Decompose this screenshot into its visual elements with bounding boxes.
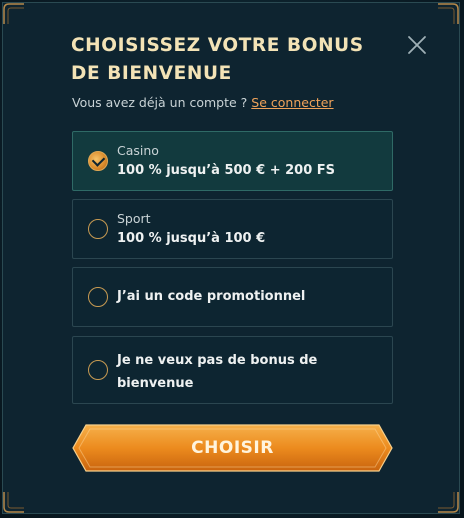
account-prompt-text: Vous avez déjà un compte ? (72, 95, 248, 110)
option-sport-value: 100 % jusqu’à 100 € (117, 231, 266, 246)
option-no-bonus[interactable]: Je ne veux pas de bonus de bienvenue (72, 336, 393, 404)
close-icon[interactable] (405, 33, 429, 57)
option-casino-label: Casino (117, 143, 159, 158)
option-sport-label: Sport (117, 211, 151, 226)
option-casino-value: 100 % jusqu’à 500 € + 200 FS (117, 163, 336, 178)
option-promo-code[interactable]: J’ai un code promotionnel (72, 267, 393, 327)
choose-button[interactable]: CHOISIR (72, 424, 393, 472)
option-casino[interactable]: Casino 100 % jusqu’à 500 € + 200 FS (72, 131, 393, 191)
option-no-bonus-label: Je ne veux pas de bonus de bienvenue (117, 353, 318, 391)
corner-ornament (3, 491, 25, 513)
option-sport[interactable]: Sport 100 % jusqu’à 100 € (72, 199, 393, 259)
corner-ornament (437, 491, 459, 513)
login-link[interactable]: Se connecter (251, 95, 333, 110)
choose-button-label: CHOISIR (191, 438, 274, 458)
radio-casino[interactable] (88, 151, 108, 171)
radio-promo-code[interactable] (88, 287, 108, 307)
radio-sport[interactable] (88, 219, 108, 239)
option-promo-code-label: J’ai un code promotionnel (117, 289, 306, 304)
corner-ornament (437, 3, 459, 25)
modal-title: CHOISISSEZ VOTRE BONUS DE BIENVENUE (71, 35, 364, 84)
corner-ornament (3, 3, 25, 25)
radio-no-bonus[interactable] (88, 360, 108, 380)
account-prompt: Vous avez déjà un compte ? Se connecter (72, 95, 334, 110)
